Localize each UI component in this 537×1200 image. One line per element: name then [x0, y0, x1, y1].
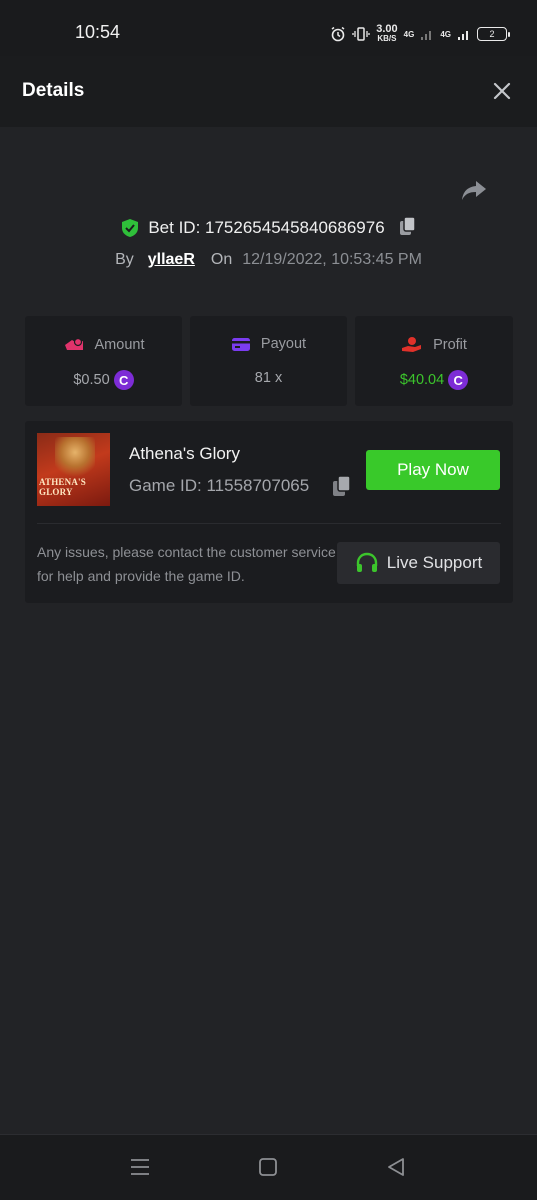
stat-amount-value: $0.50 [73, 372, 110, 388]
vibrate-icon [352, 27, 370, 41]
back-nav-button[interactable] [386, 1157, 410, 1179]
battery-level: 2 [489, 29, 495, 39]
bet-id: Bet ID: 1752654545840686976 [148, 218, 385, 237]
stat-amount-label: Amount [94, 337, 145, 353]
copy-icon [399, 215, 416, 235]
close-button[interactable] [491, 80, 513, 102]
thumbnail-figure [55, 437, 95, 481]
on-label: On [210, 251, 233, 268]
home-nav-button[interactable] [258, 1157, 282, 1179]
stat-amount-value-row: $0.50 C [25, 370, 182, 390]
signal-icon-2 [458, 31, 468, 40]
stat-payout-value: 81 x [254, 370, 283, 386]
page-title: Details [22, 80, 85, 101]
by-label: By [115, 251, 134, 268]
menu-icon [131, 1159, 149, 1175]
headphones-icon [356, 552, 377, 572]
verified-shield-icon [122, 219, 139, 237]
battery-icon: 2 [477, 27, 510, 41]
copy-icon [333, 475, 351, 496]
thumbnail-title: ATHENA'S GLORY [39, 477, 86, 497]
stat-amount: Amount $0.50 C [25, 316, 182, 406]
share-button[interactable] [459, 178, 489, 204]
system-nav-bar [0, 1134, 537, 1200]
network-type-2: 4G [440, 29, 451, 39]
stat-profit-label: Profit [433, 337, 467, 353]
stat-profit-value: $40.04 [399, 372, 445, 388]
hand-coins-icon [402, 337, 422, 352]
bet-datetime: 12/19/2022, 10:53:45 PM [242, 251, 422, 268]
live-support-label: Live Support [386, 553, 483, 572]
stat-amount-header: Amount [25, 336, 182, 354]
alarm-icon [331, 26, 345, 42]
game-title: Athena's Glory [129, 444, 240, 463]
card-divider [37, 523, 501, 524]
close-icon [493, 82, 511, 100]
play-now-button[interactable]: Play Now [366, 450, 500, 490]
net-speed-unit: KB/S [377, 34, 397, 43]
share-icon [462, 181, 486, 200]
stat-payout-header: Payout [190, 336, 347, 352]
support-message: Any issues, please contact the customer … [37, 544, 336, 584]
card-icon [231, 338, 250, 351]
status-icons: 3.00 KB/S 4G 4G 2 [330, 22, 510, 46]
signal-icon-1 [421, 31, 432, 40]
back-triangle-icon [388, 1158, 404, 1176]
coin-icon: C [113, 370, 134, 390]
home-square-icon [259, 1158, 277, 1176]
net-speed: 3.00 KB/S [376, 23, 398, 44]
stat-payout-value-row: 81 x [190, 370, 347, 386]
stat-profit-value-row: $40.04 C [355, 370, 513, 390]
stat-profit: Profit $40.04 C [355, 316, 513, 406]
live-support-button[interactable]: Live Support [337, 542, 500, 584]
status-time: 10:54 [75, 22, 121, 42]
status-bar: 10:54 3.00 KB/S 4G 4G 2 [0, 0, 537, 56]
game-card: ATHENA'S GLORY Athena's Glory Game ID: 1… [25, 421, 513, 603]
net-speed-value: 3.00 [376, 23, 398, 35]
game-id: Game ID: 11558707065 [129, 476, 310, 495]
details-header: Details [0, 56, 537, 127]
username-link[interactable]: yllaeR [148, 251, 195, 269]
stat-payout-label: Payout [260, 336, 307, 352]
copy-bet-id-button[interactable] [399, 215, 417, 241]
stat-profit-header: Profit [355, 336, 513, 354]
game-thumbnail[interactable]: ATHENA'S GLORY [37, 433, 110, 506]
menu-nav-button[interactable] [129, 1157, 153, 1179]
stat-payout: Payout 81 x [190, 316, 347, 406]
bet-author-row: By yllaeR On 12/19/2022, 10:53:45 PM [0, 249, 537, 271]
copy-game-id-button[interactable] [332, 475, 352, 502]
coin-icon: C [448, 370, 469, 390]
coins-icon [64, 337, 83, 350]
network-type-1: 4G [403, 29, 415, 39]
bet-id-row: Bet ID: 1752654545840686976 [0, 215, 537, 241]
